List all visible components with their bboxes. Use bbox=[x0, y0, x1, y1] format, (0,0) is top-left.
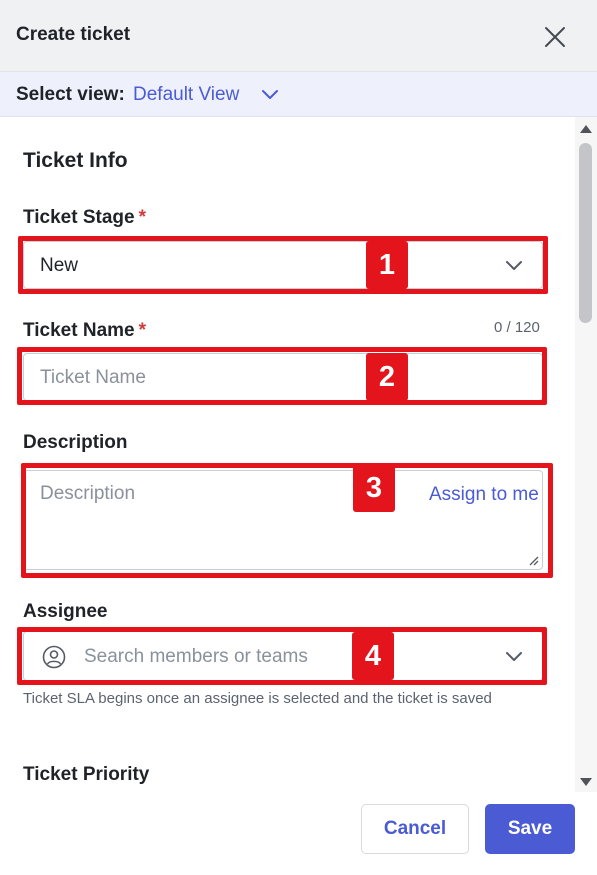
description-label: Description bbox=[23, 432, 128, 453]
ticket-stage-label: Ticket Stage * bbox=[23, 207, 146, 228]
required-mark: * bbox=[138, 207, 146, 228]
dialog-header: Create ticket bbox=[0, 0, 597, 72]
form-content: Ticket Info Ticket Stage * New Ticket Nam… bbox=[0, 117, 575, 792]
annotation-badge: 4 bbox=[352, 632, 394, 680]
chevron-down-icon[interactable] bbox=[260, 84, 280, 104]
annotation-badge: 1 bbox=[366, 241, 408, 289]
annotation-badge: 3 bbox=[353, 464, 395, 512]
ticket-name-label: Ticket Name * bbox=[23, 320, 147, 341]
assign-to-me-link[interactable]: Assign to me bbox=[429, 484, 539, 506]
annotation-badge: 2 bbox=[366, 353, 408, 401]
assignee-help-text: Ticket SLA begins once an assignee is se… bbox=[23, 690, 492, 707]
scroll-up-arrow-icon[interactable] bbox=[578, 123, 594, 135]
ticket-name-placeholder: Ticket Name bbox=[40, 367, 146, 388]
ticket-stage-value: New bbox=[40, 255, 79, 276]
scrollbar-thumb[interactable] bbox=[579, 143, 592, 323]
dialog-title: Create ticket bbox=[16, 24, 131, 45]
resize-handle-icon[interactable] bbox=[527, 554, 539, 566]
assignee-label: Assignee bbox=[23, 601, 108, 622]
description-placeholder: Description bbox=[40, 483, 136, 504]
close-icon[interactable] bbox=[540, 22, 570, 52]
required-mark: * bbox=[138, 320, 147, 341]
character-counter: 0 / 120 bbox=[494, 319, 540, 336]
section-title: Ticket Info bbox=[23, 149, 128, 172]
assignee-placeholder: Search members or teams bbox=[84, 646, 308, 667]
user-circle-icon bbox=[42, 645, 66, 669]
ticket-name-input[interactable]: Ticket Name bbox=[23, 353, 543, 401]
scroll-down-arrow-icon[interactable] bbox=[578, 776, 594, 788]
ticket-priority-label: Ticket Priority bbox=[23, 764, 150, 785]
ticket-stage-select[interactable]: New bbox=[23, 241, 543, 289]
dialog-footer: Cancel Save bbox=[0, 792, 597, 875]
chevron-down-icon bbox=[506, 261, 522, 270]
cancel-button[interactable]: Cancel bbox=[361, 804, 469, 854]
chevron-down-icon bbox=[506, 652, 522, 661]
view-selector-bar: Select view: Default View bbox=[0, 72, 597, 117]
select-view-label: Select view: bbox=[16, 84, 125, 105]
assignee-search[interactable]: Search members or teams bbox=[23, 631, 543, 681]
view-selector-dropdown[interactable]: Default View bbox=[133, 84, 239, 106]
save-button[interactable]: Save bbox=[485, 804, 575, 854]
